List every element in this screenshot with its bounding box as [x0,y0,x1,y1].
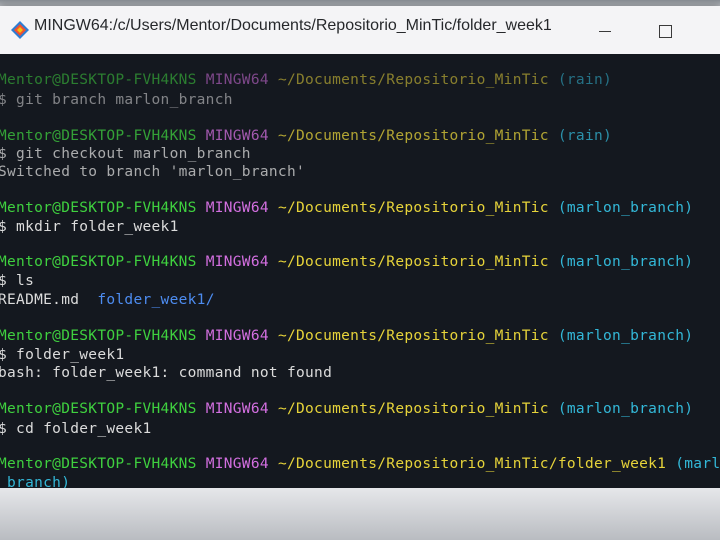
prompt-user: Mentor@DESKTOP-FVH4KNS [0,401,197,417]
prompt-path: ~/Documents/Repositorio_MinTic [277,128,549,144]
command-line: $ git checkout marlon_branch [0,146,251,162]
output-line: README.md folder_week1/ [0,290,215,310]
prompt-line: Mentor@DESKTOP-FVH4KNS MINGW64 ~/Documen… [0,399,693,419]
desktop-background [0,488,720,540]
prompt-user: Mentor@DESKTOP-FVH4KNS [0,456,197,472]
maximize-icon [658,24,672,38]
prompt-branch: (rain) [557,72,613,88]
command-line: $ cd folder_week1 [0,421,152,437]
command-line: $ ls [0,273,35,289]
prompt-branch: (marlon_branch) [557,401,694,417]
prompt-host: MINGW64 [205,401,269,417]
prompt-path: ~/Documents/Repositorio_MinTic [277,200,549,216]
prompt-user: Mentor@DESKTOP-FVH4KNS [0,128,197,144]
prompt-branch: (marlon_branch) [557,254,694,270]
prompt-line: Mentor@DESKTOP-FVH4KNS MINGW64 ~/Documen… [0,454,720,474]
prompt-user: Mentor@DESKTOP-FVH4KNS [0,328,197,344]
terminal-output[interactable]: Mentor@DESKTOP-FVH4KNS MINGW64 ~/Documen… [0,54,720,488]
prompt-line: Mentor@DESKTOP-FVH4KNS MINGW64 ~/Documen… [0,252,693,272]
close-button[interactable] [700,16,720,46]
prompt-line: Mentor@DESKTOP-FVH4KNS MINGW64 ~/Documen… [0,198,693,218]
prompt-host: MINGW64 [205,72,269,88]
prompt-host: MINGW64 [205,200,269,216]
prompt-line: Mentor@DESKTOP-FVH4KNS MINGW64 ~/Documen… [0,70,612,90]
directory-name: folder_week1/ [97,292,215,308]
prompt-host: MINGW64 [205,456,269,472]
prompt-branch: (marlon_branch) [557,200,694,216]
prompt-host: MINGW64 [205,254,269,270]
command-line: $ folder_week1 [0,347,125,363]
prompt-path: ~/Documents/Repositorio_MinTic [277,401,549,417]
prompt-path: ~/Documents/Repositorio_MinTic/folder_we… [277,456,667,472]
command-line: $ mkdir folder_week1 [0,219,179,235]
prompt-branch: (marl [675,456,720,472]
command-line: $ git branch marlon_branch [0,92,233,108]
file-name: README.md [0,292,80,308]
prompt-path: ~/Documents/Repositorio_MinTic [277,254,549,270]
prompt-user: Mentor@DESKTOP-FVH4KNS [0,200,197,216]
terminal-window[interactable]: MINGW64:/c/Users/Mentor/Documents/Reposi… [0,6,720,488]
prompt-user: Mentor@DESKTOP-FVH4KNS [0,72,197,88]
prompt-branch: (rain) [557,128,613,144]
prompt-line-wrap: _branch) [0,473,70,488]
prompt-path: ~/Documents/Repositorio_MinTic [277,72,549,88]
prompt-line: Mentor@DESKTOP-FVH4KNS MINGW64 ~/Documen… [0,326,693,346]
prompt-path: ~/Documents/Repositorio_MinTic [277,328,549,344]
window-title: MINGW64:/c/Users/Mentor/Documents/Reposi… [34,17,552,34]
minimize-button[interactable] [585,16,625,46]
maximize-button[interactable] [645,16,685,46]
prompt-line: Mentor@DESKTOP-FVH4KNS MINGW64 ~/Documen… [0,126,612,146]
git-bash-icon [11,21,29,39]
prompt-branch: (marlon_branch) [557,328,694,344]
output-line: Switched to branch 'marlon_branch' [0,164,306,180]
output-line: bash: folder_week1: command not found [0,365,333,381]
prompt-host: MINGW64 [205,328,269,344]
minimize-icon [599,30,611,32]
prompt-host: MINGW64 [205,128,269,144]
title-bar[interactable]: MINGW64:/c/Users/Mentor/Documents/Reposi… [0,6,720,55]
prompt-user: Mentor@DESKTOP-FVH4KNS [0,254,197,270]
prompt-branch-wrap: _branch) [0,475,71,488]
